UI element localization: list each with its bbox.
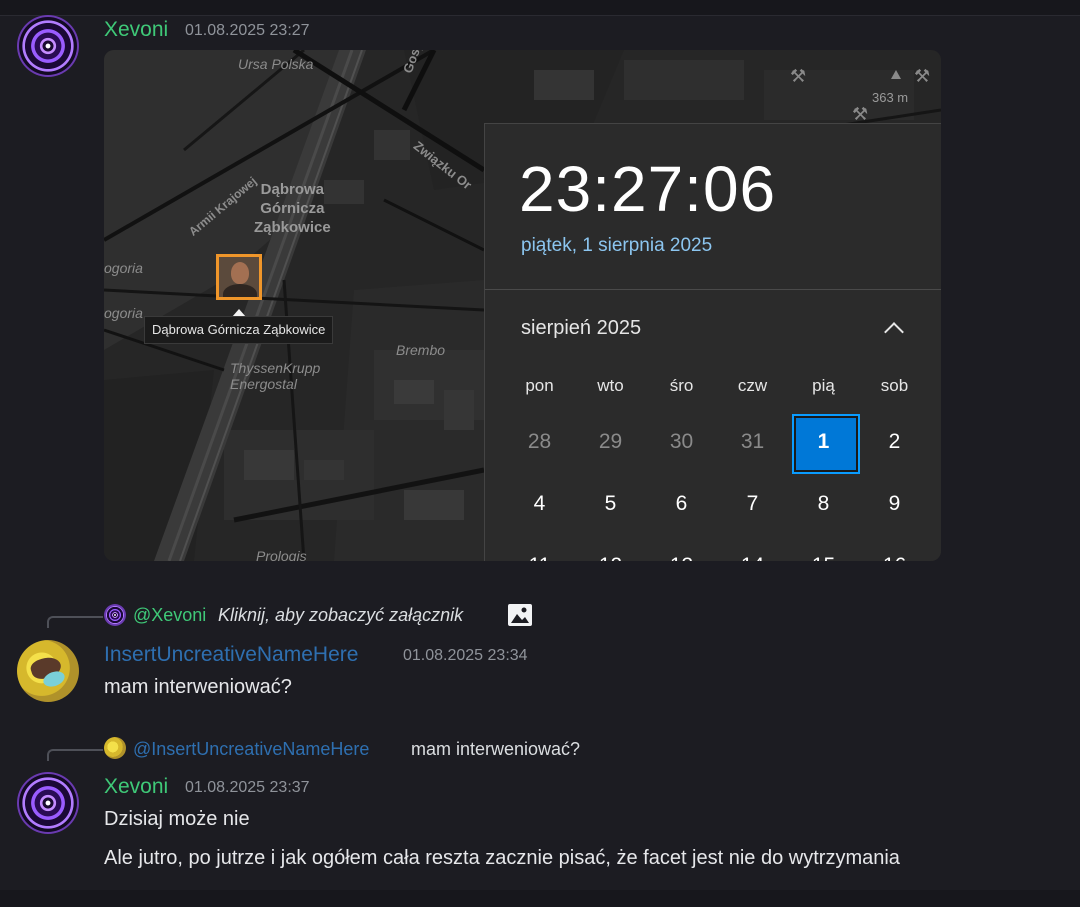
calendar-day: 15: [788, 537, 859, 561]
reply-avatar: [104, 737, 126, 759]
calendar-flyout: 23:27:06 piątek, 1 sierpnia 2025 sierpie…: [484, 123, 941, 561]
map-label-prologis: Prologis: [256, 548, 307, 561]
pickaxe-icon: ⚒: [790, 66, 807, 86]
calendar-day: 13: [646, 537, 717, 561]
image-icon: [508, 604, 532, 626]
calendar-day-selected: 1: [788, 413, 860, 474]
weekday-label: czw: [737, 376, 768, 395]
map-label-ogoria-1: ogoria: [104, 260, 143, 276]
chevron-up-icon: [884, 322, 904, 342]
map-label-ursa: Ursa Polska: [238, 56, 314, 72]
reply-preview[interactable]: mam interweniować?: [411, 739, 580, 760]
calendar-day: 9: [888, 492, 901, 515]
calendar-day: 7: [746, 492, 759, 515]
calendar-day: 2: [888, 430, 901, 453]
calendar-day: 8: [817, 492, 830, 515]
calendar-day: 14: [717, 537, 788, 561]
calendar-week: 11 12 13 14 15 16: [504, 537, 931, 561]
weekday-label: śro: [669, 376, 694, 395]
weekday-label: sob: [880, 376, 909, 395]
long-date: piątek, 1 sierpnia 2025: [521, 235, 713, 256]
message-text: mam interweniować?: [104, 676, 292, 698]
calendar-week: 28 29 30 31 1 2: [504, 413, 931, 474]
reply-mention[interactable]: @InsertUncreativeNameHere: [133, 739, 369, 760]
calendar-week: 4 5 6 7 8 9: [504, 475, 931, 533]
reply-preview[interactable]: Kliknij, aby zobaczyć załącznik: [218, 605, 463, 626]
weekday-label: pią: [812, 376, 835, 395]
calendar-day: 28: [527, 430, 552, 453]
calendar-day: 16: [859, 537, 930, 561]
calendar-day: 31: [740, 430, 765, 453]
calendar-day: 6: [675, 492, 688, 515]
location-pin-photo: [216, 254, 262, 300]
reply-avatar: [104, 604, 126, 626]
avatar[interactable]: [17, 15, 79, 77]
weekday-label: wto: [597, 376, 624, 395]
map-label-ogoria-2: ogoria: [104, 305, 143, 321]
reply-connector: [47, 616, 103, 628]
timestamp: 01.08.2025 23:34: [403, 647, 528, 664]
calendar-month: sierpień 2025: [521, 317, 642, 339]
reply-mention[interactable]: @Xevoni: [133, 605, 206, 626]
pickaxe-icon: ⚒: [914, 66, 931, 86]
pickaxe-icon: ⚒: [852, 104, 869, 124]
username[interactable]: InsertUncreativeNameHere: [104, 643, 358, 667]
map-label-brembo: Brembo: [396, 342, 446, 358]
map-label-district: Dąbrowa Górnicza Ząbkowice: [254, 181, 331, 236]
avatar[interactable]: [17, 640, 79, 702]
pin-caption: Dąbrowa Górnicza Ząbkowice: [144, 316, 334, 344]
message-text: Dzisiaj może nie: [104, 808, 250, 830]
bottom-divider-bar: [0, 890, 1080, 907]
avatar[interactable]: [17, 772, 79, 834]
calendar-day: 11: [504, 537, 575, 561]
image-attachment[interactable]: Ursa Polska Gospod Związku Or Armii Kraj…: [104, 50, 941, 561]
top-divider-bar: [0, 0, 1080, 16]
selected-day-number: 1: [817, 430, 830, 453]
elevation-label: 363 m: [872, 90, 909, 105]
calendar-day: 12: [575, 537, 646, 561]
map-label-thyssen: ThyssenKrupp Energostal: [230, 360, 321, 392]
username[interactable]: Xevoni: [104, 775, 168, 799]
calendar-day: 30: [669, 430, 694, 453]
reply-connector: [47, 749, 103, 761]
peak-icon: [891, 70, 901, 79]
timestamp: 01.08.2025 23:37: [185, 779, 310, 796]
flyout-divider: [485, 289, 941, 290]
weekday-label: pon: [525, 376, 554, 395]
message-text: Ale jutro, po jutrze i jak ogółem cała r…: [104, 847, 900, 869]
calendar-day: 5: [604, 492, 617, 515]
clock-time: 23:27:06: [519, 153, 777, 225]
timestamp: 01.08.2025 23:27: [185, 22, 310, 39]
calendar-day: 29: [598, 430, 623, 453]
calendar-day: 4: [533, 492, 546, 515]
username[interactable]: Xevoni: [104, 18, 168, 42]
weekday-header: pon wto śro czw pią sob: [504, 376, 931, 396]
